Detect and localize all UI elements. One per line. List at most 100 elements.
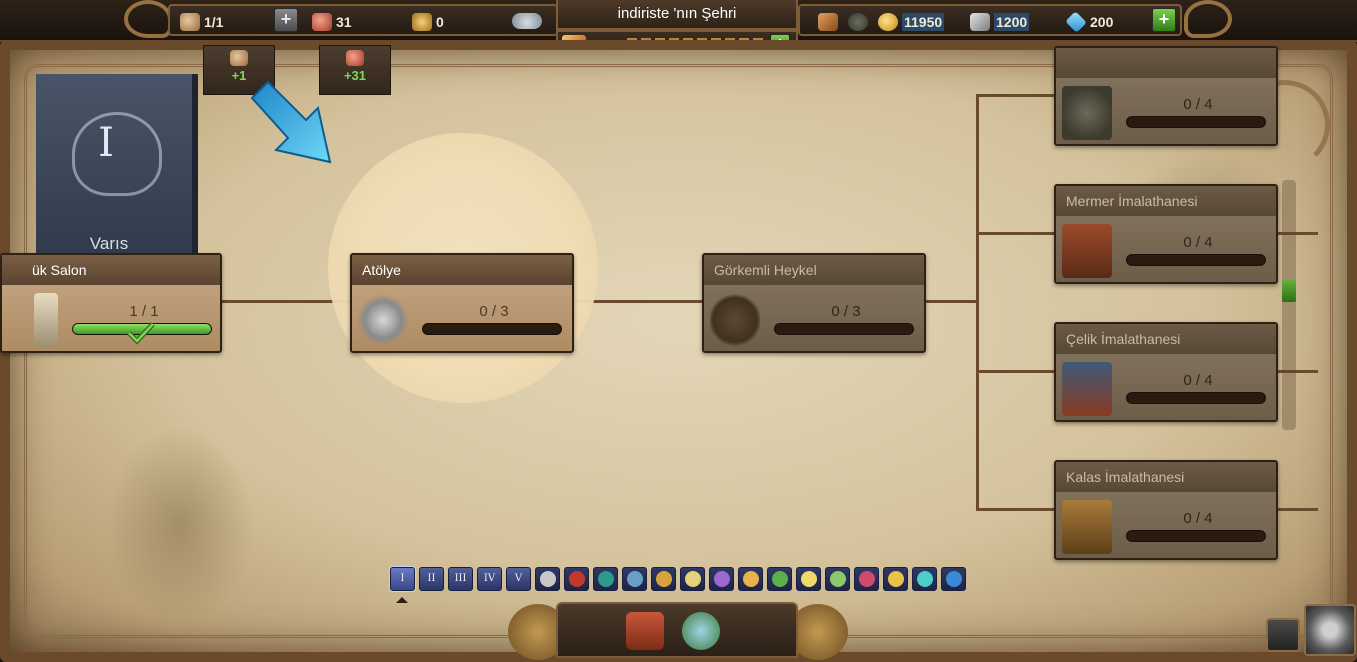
tech-node-statue[interactable]: Görkemli Heykel 0 / 3	[702, 253, 926, 353]
era-tab[interactable]: II	[419, 567, 444, 591]
era-tabs: I II III IV V	[390, 567, 966, 591]
connector-line	[976, 370, 1056, 373]
left-resource-strip: 1/1 + 31 0	[168, 4, 558, 36]
world-map-button[interactable]	[682, 612, 720, 650]
tools-icon	[358, 293, 408, 347]
era-emblem-icon	[887, 571, 904, 587]
social-button[interactable]	[1266, 618, 1300, 652]
active-era-caret	[396, 597, 408, 603]
buy-diamonds-button[interactable]: +	[1152, 8, 1176, 32]
checkmark-icon	[127, 322, 155, 345]
tree-icon	[848, 13, 868, 31]
tech-node-workshop[interactable]: Atölye 0 / 3	[350, 253, 574, 353]
era-tab-icon[interactable]	[709, 567, 734, 591]
steel-workshop-icon	[1062, 362, 1112, 416]
era-tab-icon[interactable]	[796, 567, 821, 591]
era-tab-icon[interactable]	[854, 567, 879, 591]
node-progress-text: 0 / 4	[1183, 234, 1213, 251]
connector-line	[976, 94, 1056, 97]
node-progress-bar	[422, 323, 562, 335]
era-tab[interactable]: I	[390, 567, 415, 591]
era-tab-icon[interactable]	[767, 567, 792, 591]
era-tab-icon[interactable]	[680, 567, 705, 591]
node-progress-text: 1 / 1	[129, 303, 159, 320]
hammer-icon	[970, 13, 990, 31]
era-tab-icon[interactable]	[738, 567, 763, 591]
coins-value: 11950	[902, 13, 945, 31]
happiness-value: 0	[436, 14, 444, 30]
era-tab-icon[interactable]	[941, 567, 966, 591]
right-ornament	[1184, 0, 1232, 38]
era-emblem-icon	[858, 571, 875, 587]
connector-line	[976, 232, 1056, 235]
worker-icon	[230, 50, 248, 66]
workers-counter[interactable]: 1/1	[180, 13, 223, 31]
node-progress-text: 0 / 4	[1183, 372, 1213, 389]
coins-counter[interactable]: 11950	[878, 13, 945, 31]
connector-line	[976, 508, 1056, 511]
node-title: ük Salon	[2, 255, 220, 285]
population-counter[interactable]: 31	[312, 13, 352, 31]
era-tab-icon[interactable]	[564, 567, 589, 591]
node-progress-text: 0 / 4	[1183, 510, 1213, 527]
tree-button[interactable]	[848, 13, 868, 31]
node-progress-bar	[1126, 254, 1266, 266]
lyre-icon	[412, 13, 432, 31]
node-title	[1056, 48, 1276, 78]
era-tab-icon[interactable]	[622, 567, 647, 591]
era-tab-icon[interactable]	[883, 567, 908, 591]
era-emblem-icon	[626, 571, 643, 587]
supplies-counter[interactable]: 1200	[970, 13, 1030, 31]
era-tab-icon[interactable]	[593, 567, 618, 591]
era-tab[interactable]: III	[448, 567, 473, 591]
population-icon	[312, 13, 332, 31]
crossed-swords-icon	[1062, 86, 1112, 140]
tech-node-steel-workshop[interactable]: Çelik İmalathanesi 0 / 4	[1054, 322, 1278, 422]
era-banner: I Varıs	[36, 74, 198, 260]
era-tab-icon[interactable]	[535, 567, 560, 591]
era-emblem-icon	[597, 571, 614, 587]
tech-node-great-hall[interactable]: ük Salon 1 / 1	[0, 253, 222, 353]
add-worker-button[interactable]: +	[274, 8, 298, 32]
supplies-value: 1200	[994, 13, 1030, 31]
era-tab-icon[interactable]	[651, 567, 676, 591]
tech-node-militia[interactable]: 0 / 4	[1054, 46, 1278, 146]
era-tab-icon[interactable]	[825, 567, 850, 591]
tech-node-marble-workshop[interactable]: Mermer İmalathanesi 0 / 4	[1054, 184, 1278, 284]
vertical-scrollbar[interactable]	[1282, 180, 1296, 430]
era-emblem-icon	[539, 571, 556, 587]
node-progress-bar	[1126, 392, 1266, 404]
era-tab-icon[interactable]	[912, 567, 937, 591]
era-emblem-icon	[916, 571, 933, 587]
right-resource-strip: 11950 1200 200 +	[798, 4, 1182, 36]
era-emblem-icon	[742, 571, 759, 587]
clouds-icon	[512, 13, 542, 29]
node-progress-bar	[774, 323, 914, 335]
tutorial-arrow-icon	[250, 80, 332, 164]
top-resource-bar: 1/1 + 31 0 indiriste 'nın Şehri 10	[0, 0, 1357, 58]
node-title: Çelik İmalathanesi	[1056, 324, 1276, 354]
coin-icon	[878, 13, 898, 31]
era-tab[interactable]: IV	[477, 567, 502, 591]
node-title: Görkemli Heykel	[704, 255, 924, 285]
connector-line	[976, 94, 979, 510]
era-emblem-icon	[771, 571, 788, 587]
node-progress-text: 0 / 3	[831, 303, 861, 320]
node-title: Kalas İmalathanesi	[1056, 462, 1276, 492]
happiness-counter[interactable]: 0	[412, 13, 444, 31]
diamonds-counter[interactable]: 200	[1065, 11, 1113, 33]
node-progress-text: 0 / 3	[479, 303, 509, 320]
goods-button[interactable]	[818, 13, 838, 31]
era-tab[interactable]: V	[506, 567, 531, 591]
era-numeral: I	[98, 120, 114, 166]
city-view-button[interactable]	[626, 612, 664, 650]
settings-gear-icon[interactable]	[1304, 604, 1356, 656]
plank-workshop-icon	[1062, 500, 1112, 554]
city-title[interactable]: indiriste 'nın Şehri	[556, 0, 798, 30]
era-title: Varıs	[89, 234, 129, 253]
bottom-nav-panel	[556, 602, 798, 658]
clouds-indicator[interactable]	[512, 13, 542, 29]
scrollbar-thumb[interactable]	[1282, 280, 1296, 302]
tech-node-plank-workshop[interactable]: Kalas İmalathanesi 0 / 4	[1054, 460, 1278, 560]
era-emblem-icon	[829, 571, 846, 587]
